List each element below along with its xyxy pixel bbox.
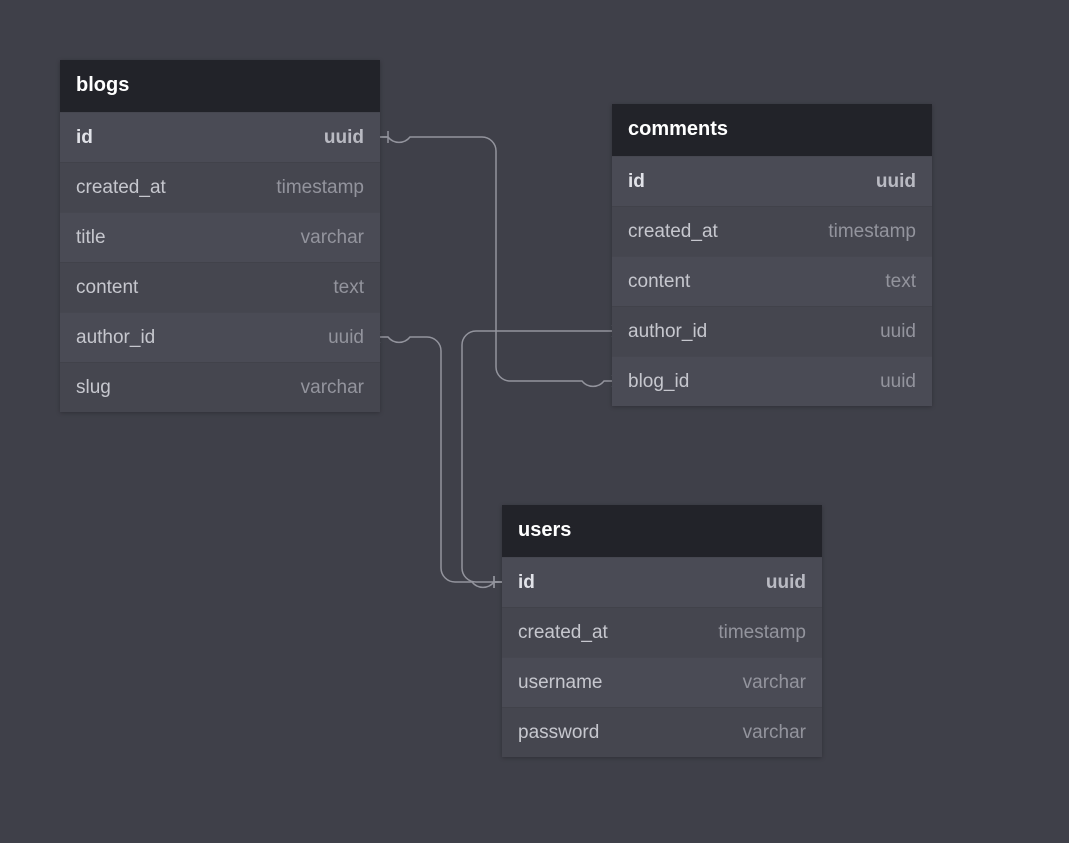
column-type: timestamp xyxy=(276,177,364,199)
column-type: varchar xyxy=(301,227,364,249)
column-name: author_id xyxy=(76,327,155,349)
column-row-blogs-author_id[interactable]: author_id uuid xyxy=(60,312,380,362)
column-row-users-id[interactable]: id uuid xyxy=(502,557,822,607)
erd-canvas[interactable]: blogs id uuid created_at timestamp title varch… xyxy=(0,0,1069,843)
column-name: author_id xyxy=(628,321,707,343)
table-header-comments[interactable]: comments xyxy=(612,104,932,156)
column-type: uuid xyxy=(880,321,916,343)
relation-edge xyxy=(380,137,612,386)
column-row-comments-author_id[interactable]: author_id uuid xyxy=(612,306,932,356)
column-type: timestamp xyxy=(718,622,806,644)
one-tick-icon xyxy=(494,576,502,588)
column-type: varchar xyxy=(743,722,806,744)
column-row-comments-blog_id[interactable]: blog_id uuid xyxy=(612,356,932,406)
table-header-blogs[interactable]: blogs xyxy=(60,60,380,112)
column-type: uuid xyxy=(876,171,916,193)
one-tick-icon xyxy=(494,576,502,588)
relation-edge xyxy=(380,337,502,587)
column-row-blogs-content[interactable]: content text xyxy=(60,262,380,312)
column-type: uuid xyxy=(880,371,916,393)
column-name: id xyxy=(628,171,645,193)
column-type: uuid xyxy=(324,127,364,149)
column-type: text xyxy=(333,277,364,299)
column-name: slug xyxy=(76,377,111,399)
table-users[interactable]: users id uuid created_at timestamp username va… xyxy=(502,505,822,757)
column-row-blogs-created_at[interactable]: created_at timestamp xyxy=(60,162,380,212)
one-tick-icon xyxy=(380,131,388,143)
column-row-blogs-slug[interactable]: slug varchar xyxy=(60,362,380,412)
column-row-blogs-id[interactable]: id uuid xyxy=(60,112,380,162)
column-name: username xyxy=(518,672,603,694)
column-name: content xyxy=(628,271,690,293)
column-name: created_at xyxy=(628,221,718,243)
column-name: created_at xyxy=(518,622,608,644)
column-row-users-created_at[interactable]: created_at timestamp xyxy=(502,607,822,657)
table-blogs[interactable]: blogs id uuid created_at timestamp title varch… xyxy=(60,60,380,412)
column-row-blogs-title[interactable]: title varchar xyxy=(60,212,380,262)
column-row-comments-created_at[interactable]: created_at timestamp xyxy=(612,206,932,256)
column-type: varchar xyxy=(743,672,806,694)
column-name: id xyxy=(76,127,93,149)
column-row-users-password[interactable]: password varchar xyxy=(502,707,822,757)
column-row-comments-content[interactable]: content text xyxy=(612,256,932,306)
column-row-users-username[interactable]: username varchar xyxy=(502,657,822,707)
column-name: id xyxy=(518,572,535,594)
column-row-comments-id[interactable]: id uuid xyxy=(612,156,932,206)
table-header-users[interactable]: users xyxy=(502,505,822,557)
column-name: password xyxy=(518,722,599,744)
column-type: varchar xyxy=(301,377,364,399)
column-name: blog_id xyxy=(628,371,689,393)
column-name: created_at xyxy=(76,177,166,199)
column-name: title xyxy=(76,227,106,249)
column-type: uuid xyxy=(328,327,364,349)
table-comments[interactable]: comments id uuid created_at timestamp content… xyxy=(612,104,932,406)
column-type: text xyxy=(885,271,916,293)
column-type: timestamp xyxy=(828,221,916,243)
column-type: uuid xyxy=(766,572,806,594)
column-name: content xyxy=(76,277,138,299)
